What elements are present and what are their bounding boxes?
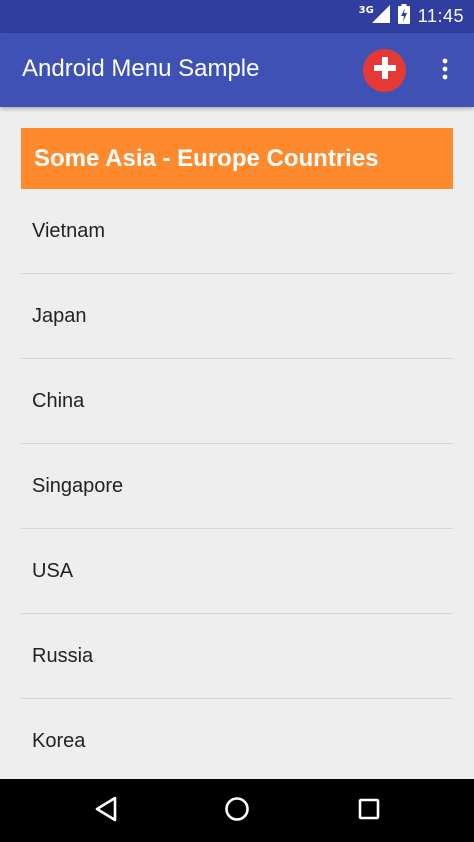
list-item[interactable]: Vietnam — [21, 189, 453, 274]
recents-button[interactable] — [349, 791, 389, 831]
status-icons: 3G 11:45 — [349, 0, 464, 33]
list-item[interactable]: Japan — [21, 274, 453, 359]
back-icon — [94, 796, 118, 827]
list-item[interactable]: USA — [21, 529, 453, 614]
status-bar: 3G 11:45 — [0, 0, 474, 33]
app-title: Android Menu Sample — [22, 55, 260, 82]
overflow-menu-button[interactable] — [430, 51, 460, 91]
list-header: Some Asia - Europe Countries — [21, 128, 453, 189]
back-button[interactable] — [86, 791, 126, 831]
home-button[interactable] — [217, 791, 257, 831]
recents-icon — [357, 797, 381, 826]
add-icon — [372, 55, 398, 86]
navigation-bar — [0, 779, 474, 842]
app-bar: Android Menu Sample — [0, 33, 474, 107]
network-type-label: 3G — [358, 5, 374, 16]
home-icon — [224, 796, 250, 827]
signal-icon — [371, 5, 390, 28]
list-item[interactable]: China — [21, 359, 453, 444]
add-button[interactable] — [363, 49, 406, 92]
status-clock: 11:45 — [417, 6, 464, 26]
battery-charging-icon — [397, 4, 410, 29]
main-content: Some Asia - Europe Countries Vietnam Jap… — [0, 107, 474, 779]
list-item[interactable]: Russia — [21, 614, 453, 699]
country-list[interactable]: Vietnam Japan China Singapore USA Russia… — [21, 189, 453, 779]
overflow-menu-icon — [442, 58, 448, 85]
list-item[interactable]: Singapore — [21, 444, 453, 529]
list-item[interactable]: Korea — [21, 699, 453, 779]
